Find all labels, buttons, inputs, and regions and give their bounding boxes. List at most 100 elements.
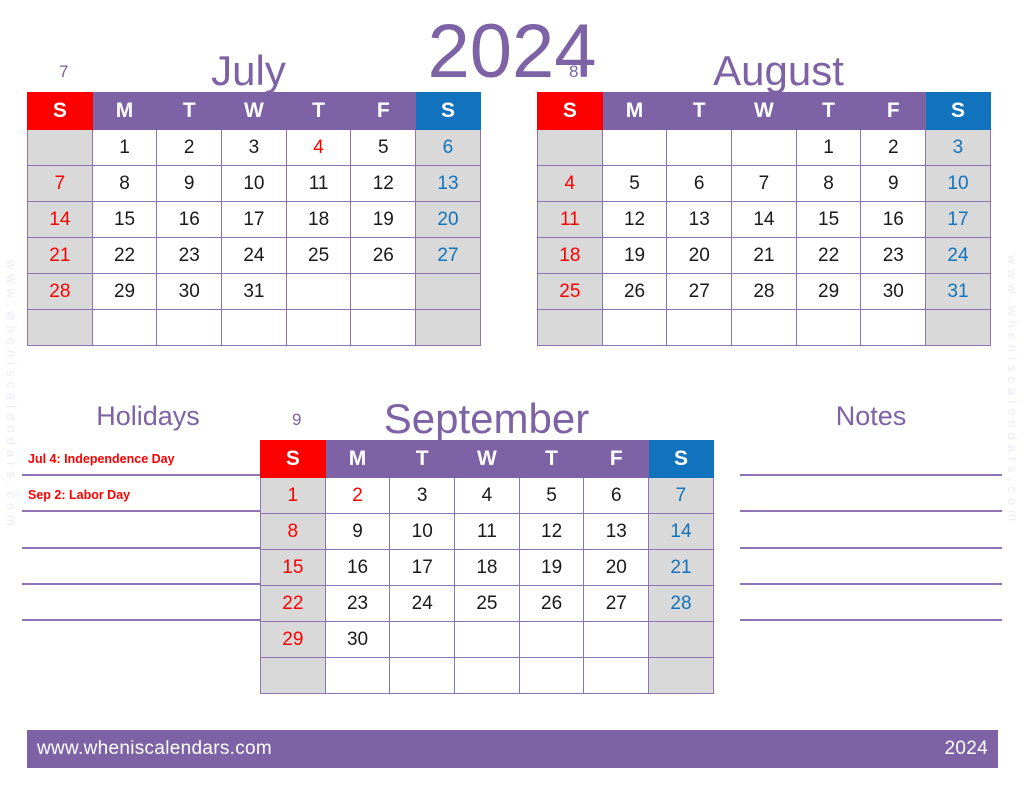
day-cell[interactable]: 11	[285, 165, 352, 202]
day-cell[interactable]: 1	[91, 129, 158, 166]
day-cell[interactable]: 8	[260, 513, 326, 550]
day-cell[interactable]: 20	[583, 549, 650, 586]
day-cell[interactable]: 17	[925, 201, 991, 238]
day-cell[interactable]: 4	[537, 165, 603, 202]
day-cell[interactable]: 6	[415, 129, 481, 166]
day-cell[interactable]: 21	[648, 549, 714, 586]
day-cell[interactable]: 5	[350, 129, 417, 166]
day-cell[interactable]: 17	[389, 549, 456, 586]
day-cell[interactable]: 10	[221, 165, 287, 202]
day-cell[interactable]: 11	[454, 513, 520, 550]
day-cell[interactable]: 28	[648, 585, 714, 622]
day-cell[interactable]: 2	[860, 129, 927, 166]
day-cell[interactable]: 11	[537, 201, 603, 238]
day-cell[interactable]: 13	[415, 165, 481, 202]
day-cell[interactable]: 12	[518, 513, 585, 550]
day-cell[interactable]: 1	[260, 477, 326, 514]
blank-line-row	[22, 621, 274, 657]
day-cell[interactable]: 12	[601, 201, 668, 238]
day-cell[interactable]: 5	[601, 165, 668, 202]
day-cell[interactable]: 4	[454, 477, 520, 514]
day-cell[interactable]: 22	[91, 237, 158, 274]
day-cell[interactable]: 16	[860, 201, 927, 238]
day-cell[interactable]: 18	[285, 201, 352, 238]
day-cell[interactable]: 21	[731, 237, 797, 274]
day-cell[interactable]: 15	[91, 201, 158, 238]
day-cell[interactable]: 22	[260, 585, 326, 622]
day-cell[interactable]: 5	[518, 477, 585, 514]
day-cell[interactable]: 4	[285, 129, 352, 166]
day-cell[interactable]: 1	[795, 129, 862, 166]
day-cell[interactable]: 25	[454, 585, 520, 622]
day-cell[interactable]: 9	[324, 513, 391, 550]
day-cell[interactable]: 17	[221, 201, 287, 238]
day-cell[interactable]: 30	[860, 273, 927, 310]
day-cell[interactable]: 27	[415, 237, 481, 274]
day-cell[interactable]: 8	[91, 165, 158, 202]
day-cell[interactable]: 18	[537, 237, 603, 274]
day-cell[interactable]: 24	[221, 237, 287, 274]
day-cell[interactable]: 14	[648, 513, 714, 550]
day-cell[interactable]: 27	[583, 585, 650, 622]
day-cell[interactable]: 9	[860, 165, 927, 202]
day-cell[interactable]: 13	[666, 201, 733, 238]
day-cell[interactable]: 15	[795, 201, 862, 238]
footer-website[interactable]: www.wheniscalendars.com	[37, 738, 272, 760]
day-cell[interactable]: 19	[601, 237, 668, 274]
holidays-lines: Jul 4: Independence Day Sep 2: Labor Day	[22, 440, 274, 657]
day-cell[interactable]: 26	[601, 273, 668, 310]
day-cell[interactable]: 21	[27, 237, 93, 274]
day-cell[interactable]: 29	[795, 273, 862, 310]
day-cell[interactable]: 24	[389, 585, 456, 622]
calendar-grid-august[interactable]: S M T W T F S 1 2 3 4 5 6 7 8 9 10 11 12 13 14 15 16 17 18 19 20 21…	[537, 92, 991, 346]
day-cell[interactable]: 15	[260, 549, 326, 586]
day-cell[interactable]: 28	[731, 273, 797, 310]
day-cell[interactable]: 25	[537, 273, 603, 310]
day-cell[interactable]: 3	[925, 129, 991, 166]
day-cell[interactable]: 20	[415, 201, 481, 238]
day-cell[interactable]: 22	[795, 237, 862, 274]
day-cell[interactable]: 26	[350, 237, 417, 274]
day-cell[interactable]: 3	[389, 477, 456, 514]
day-cell[interactable]: 7	[648, 477, 714, 514]
day-cell[interactable]: 14	[27, 201, 93, 238]
day-cell[interactable]: 24	[925, 237, 991, 274]
day-cell[interactable]: 20	[666, 237, 733, 274]
day-cell[interactable]: 7	[27, 165, 93, 202]
day-cell[interactable]: 13	[583, 513, 650, 550]
day-cell[interactable]: 3	[221, 129, 287, 166]
day-cell[interactable]: 16	[156, 201, 223, 238]
day-cell[interactable]: 26	[518, 585, 585, 622]
day-cell[interactable]: 19	[350, 201, 417, 238]
day-cell[interactable]: 16	[324, 549, 391, 586]
day-cell[interactable]: 30	[324, 621, 391, 658]
day-cell[interactable]: 7	[731, 165, 797, 202]
day-cell[interactable]: 31	[221, 273, 287, 310]
day-cell[interactable]: 6	[666, 165, 733, 202]
day-cell[interactable]: 30	[156, 273, 223, 310]
day-cell[interactable]: 27	[666, 273, 733, 310]
day-cell[interactable]: 12	[350, 165, 417, 202]
day-cell[interactable]: 8	[795, 165, 862, 202]
day-cell[interactable]: 10	[389, 513, 456, 550]
day-cell[interactable]: 19	[518, 549, 585, 586]
day-cell[interactable]: 18	[454, 549, 520, 586]
day-cell[interactable]: 2	[156, 129, 223, 166]
day-cell[interactable]: 28	[27, 273, 93, 310]
calendar-grid-september[interactable]: S M T W T F S 1 2 3 4 5 6 7 8 9 10 11 12 13 14 15 16 17 18 19 20 21…	[260, 440, 714, 694]
day-cell[interactable]: 6	[583, 477, 650, 514]
day-cell[interactable]: 2	[324, 477, 391, 514]
weekday-header-4: T	[795, 92, 862, 130]
day-cell[interactable]: 9	[156, 165, 223, 202]
day-cell[interactable]: 14	[731, 201, 797, 238]
day-cell[interactable]: 29	[91, 273, 158, 310]
day-cell[interactable]: 25	[285, 237, 352, 274]
day-cell[interactable]: 23	[156, 237, 223, 274]
day-cell[interactable]: 23	[324, 585, 391, 622]
weekday-header-row: SMTWTFS	[27, 92, 481, 130]
calendar-grid-july[interactable]: S M T W T F S 1 2 3 4 5 6 7 8 9 10 11 12 13 14 15 16 17 18 19 20 21…	[27, 92, 481, 346]
day-cell[interactable]: 23	[860, 237, 927, 274]
day-cell[interactable]: 31	[925, 273, 991, 310]
day-cell[interactable]: 10	[925, 165, 991, 202]
day-cell[interactable]: 29	[260, 621, 326, 658]
